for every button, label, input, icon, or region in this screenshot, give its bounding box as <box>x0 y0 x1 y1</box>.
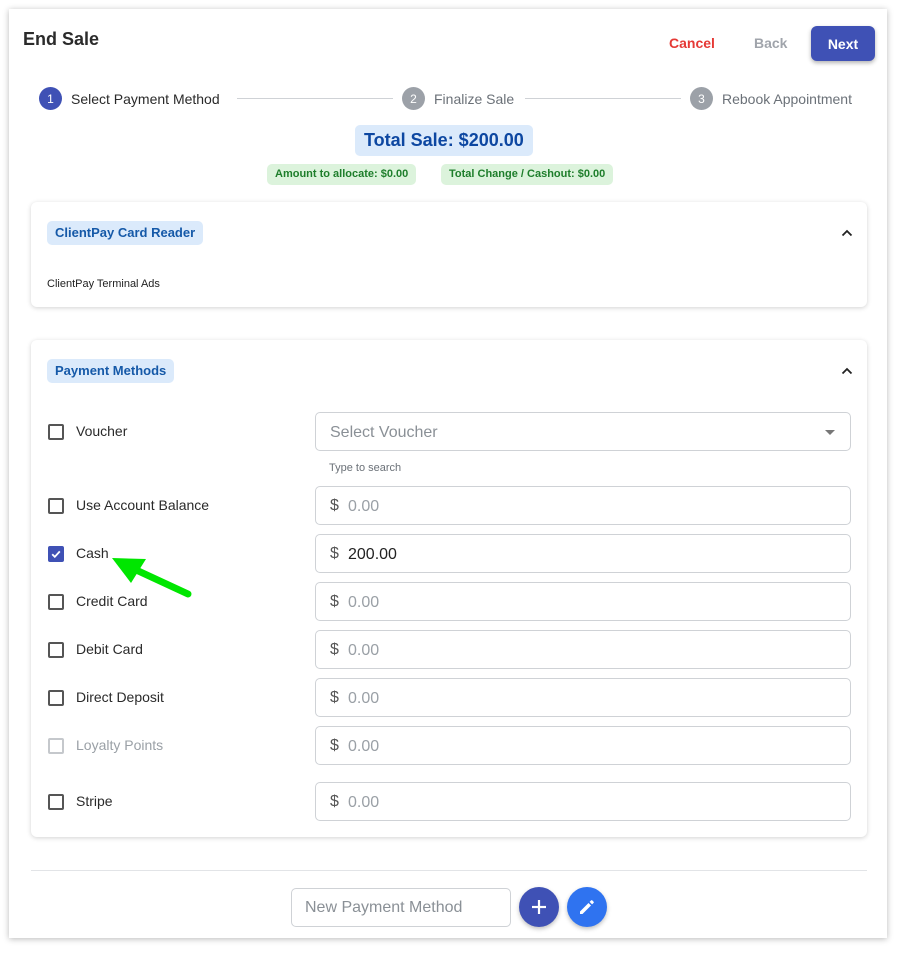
amount-value: 200.00 <box>348 546 397 563</box>
loyalty-points-amount[interactable]: $ 0.00 <box>315 726 851 765</box>
amount-value: 0.00 <box>348 642 380 659</box>
cash-amount[interactable]: $ 200.00 <box>315 534 851 573</box>
step-connector <box>525 98 681 99</box>
voucher-hint: Type to search <box>329 462 402 474</box>
dollar-sign: $ <box>330 793 339 810</box>
step-connector <box>237 98 393 99</box>
step-label-3: Rebook Appointment <box>722 90 852 107</box>
amount-value: 0.00 <box>348 498 380 515</box>
footer-divider <box>31 870 867 871</box>
step-number-1: 1 <box>39 87 62 110</box>
step-finalize-sale[interactable]: 2 Finalize Sale <box>402 87 514 110</box>
stepper: 1 Select Payment Method 2 Finalize Sale … <box>39 87 859 110</box>
plus-icon <box>532 900 546 914</box>
use-account-balance-checkbox[interactable] <box>48 498 64 514</box>
chevron-up-icon[interactable] <box>841 365 853 377</box>
direct-deposit-amount[interactable]: $ 0.00 <box>315 678 851 717</box>
dollar-sign: $ <box>330 497 339 514</box>
voucher-select[interactable]: Select Voucher <box>315 412 851 451</box>
dollar-sign: $ <box>330 545 339 562</box>
stripe-checkbox[interactable] <box>48 794 64 810</box>
step-label-2: Finalize Sale <box>434 90 515 107</box>
loyalty-points-label: Loyalty Points <box>76 737 164 753</box>
total-sale-badge: Total Sale: $200.00 <box>355 125 533 156</box>
total-change-badge: Total Change / Cashout: $0.00 <box>441 164 614 185</box>
debit-card-label: Debit Card <box>76 641 143 657</box>
step-number-2: 2 <box>402 87 425 110</box>
back-button[interactable]: Back <box>754 35 787 51</box>
amount-value: 0.00 <box>348 794 380 811</box>
cash-checkbox[interactable] <box>48 546 64 562</box>
voucher-label: Voucher <box>76 423 128 439</box>
direct-deposit-label: Direct Deposit <box>76 689 164 705</box>
end-sale-dialog: End Sale Cancel Back Next 1 Select Payme… <box>9 9 887 938</box>
stripe-label: Stripe <box>76 793 113 809</box>
loyalty-points-checkbox <box>48 738 64 754</box>
amount-value: 0.00 <box>348 594 380 611</box>
add-payment-method-button[interactable] <box>519 887 559 927</box>
voucher-checkbox[interactable] <box>48 424 64 440</box>
cancel-button[interactable]: Cancel <box>669 35 715 51</box>
caret-down-icon <box>825 430 835 435</box>
use-account-balance-label: Use Account Balance <box>76 497 210 513</box>
step-rebook-appointment[interactable]: 3 Rebook Appointment <box>690 87 852 110</box>
pencil-icon <box>580 900 594 914</box>
dollar-sign: $ <box>330 737 339 754</box>
debit-card-amount[interactable]: $ 0.00 <box>315 630 851 669</box>
chevron-up-icon[interactable] <box>841 227 853 239</box>
amount-to-allocate-badge: Amount to allocate: $0.00 <box>267 164 417 185</box>
card-reader-text: ClientPay Terminal Ads <box>47 278 160 290</box>
dollar-sign: $ <box>330 689 339 706</box>
clientpay-card: ClientPay Card Reader ClientPay Terminal… <box>31 202 867 307</box>
voucher-select-placeholder: Select Voucher <box>330 424 438 441</box>
step-label-1: Select Payment Method <box>71 90 220 107</box>
amount-value: 0.00 <box>348 690 380 707</box>
step-select-payment-method[interactable]: 1 Select Payment Method <box>39 87 220 110</box>
edit-payment-methods-button[interactable] <box>567 887 607 927</box>
annotation-arrow-icon <box>112 558 192 598</box>
new-payment-method-input[interactable] <box>291 888 511 927</box>
direct-deposit-checkbox[interactable] <box>48 690 64 706</box>
next-button[interactable]: Next <box>811 26 875 61</box>
credit-card-checkbox[interactable] <box>48 594 64 610</box>
dollar-sign: $ <box>330 641 339 658</box>
debit-card-checkbox[interactable] <box>48 642 64 658</box>
credit-card-amount[interactable]: $ 0.00 <box>315 582 851 621</box>
step-number-3: 3 <box>690 87 713 110</box>
checkmark-icon <box>51 550 61 559</box>
dollar-sign: $ <box>330 593 339 610</box>
stripe-amount[interactable]: $ 0.00 <box>315 782 851 821</box>
use-account-balance-amount[interactable]: $ 0.00 <box>315 486 851 525</box>
payment-methods-title: Payment Methods <box>47 359 175 383</box>
dialog-title: End Sale <box>23 29 100 49</box>
card-reader-title: ClientPay Card Reader <box>47 221 204 245</box>
amount-value: 0.00 <box>348 738 380 755</box>
